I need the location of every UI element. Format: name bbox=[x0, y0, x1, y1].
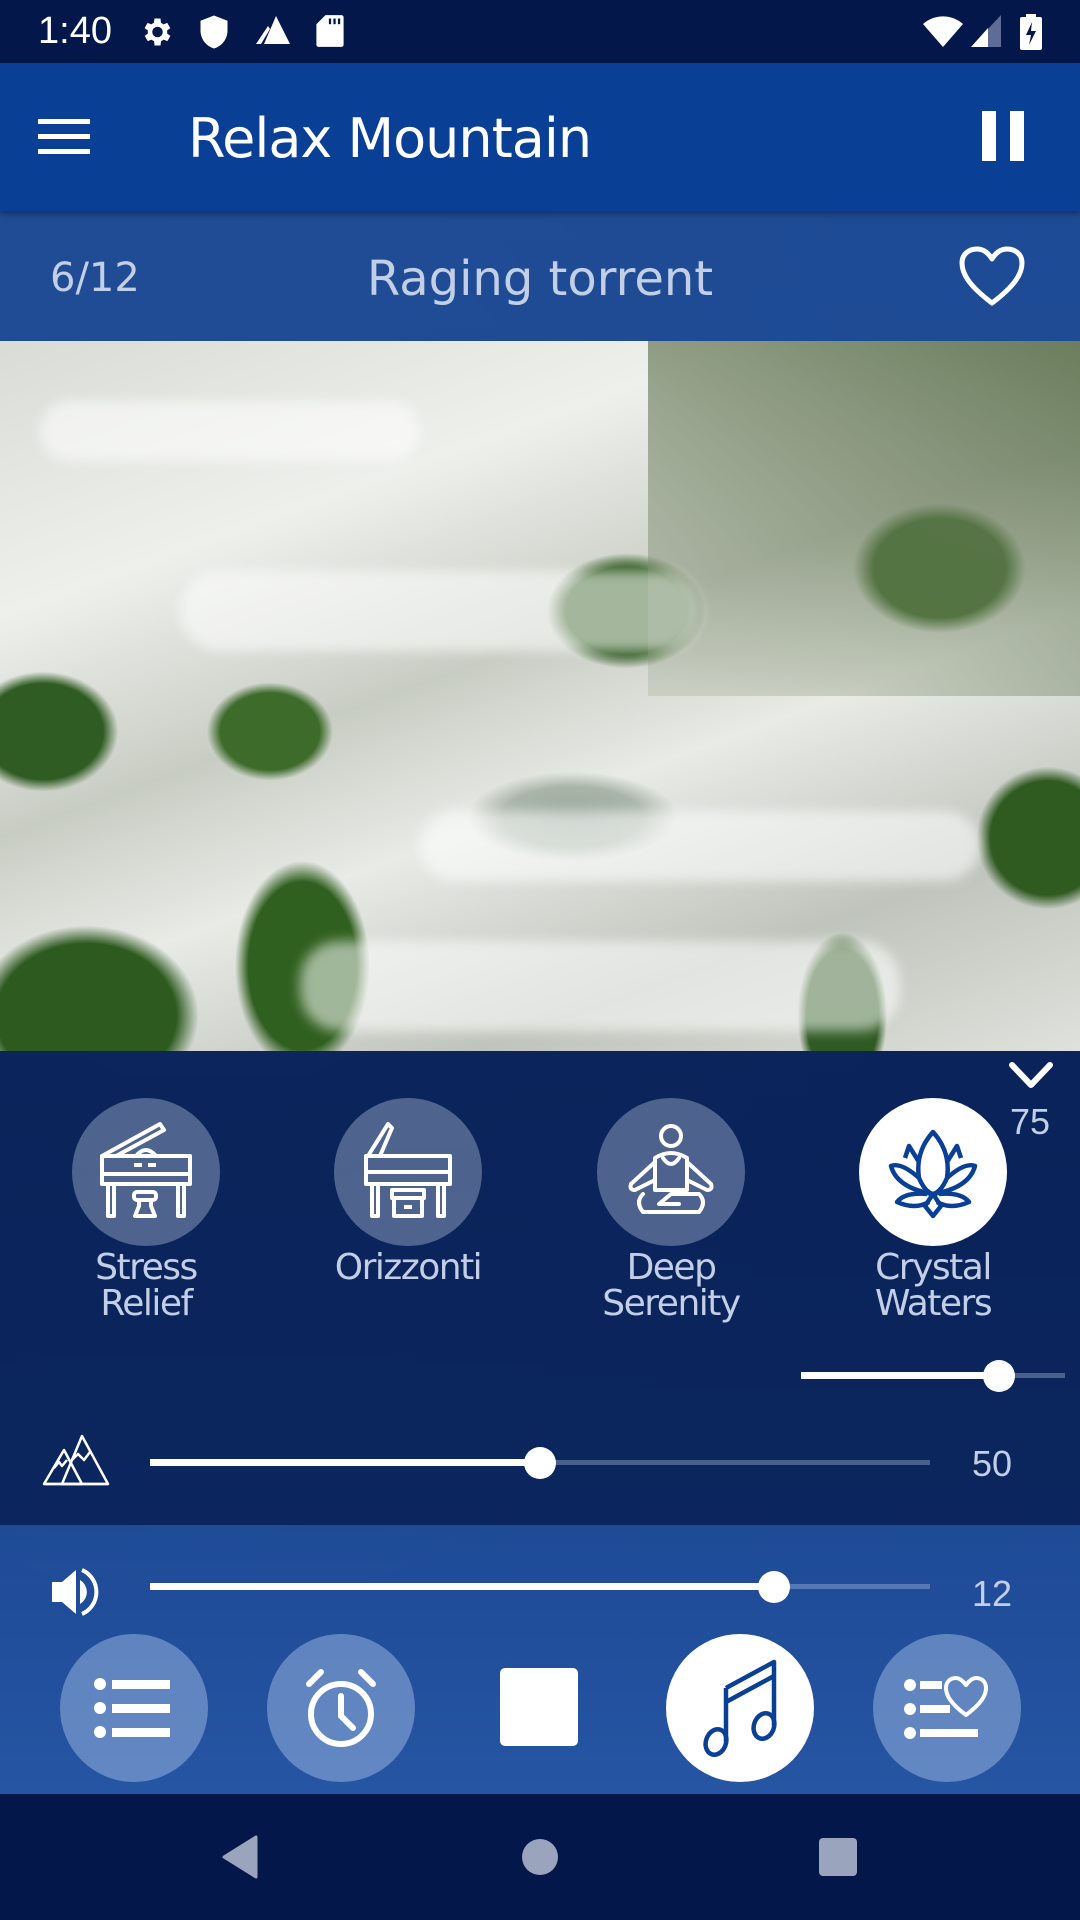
back-triangle-icon bbox=[222, 1835, 258, 1879]
playlist-button[interactable] bbox=[60, 1634, 208, 1782]
master-volume-value: 12 bbox=[971, 1573, 1013, 1614]
slider-thumb[interactable] bbox=[758, 1571, 790, 1603]
slider-fill bbox=[150, 1583, 774, 1590]
speaker-icon bbox=[52, 1568, 99, 1616]
preset-circle bbox=[859, 1098, 1007, 1246]
meditation-icon bbox=[628, 1124, 714, 1214]
preset-stress-relief[interactable]: Stress Relief bbox=[46, 1098, 246, 1322]
music-volume-slider[interactable] bbox=[801, 1356, 1065, 1396]
cell-signal-icon bbox=[971, 15, 1001, 47]
track-header: 6/12 Raging torrent bbox=[0, 211, 1080, 341]
signal-outline-icon bbox=[256, 16, 290, 44]
master-volume-slider[interactable] bbox=[150, 1567, 930, 1607]
preset-label: Orizzonti bbox=[308, 1250, 508, 1286]
recents-square-icon bbox=[819, 1838, 857, 1876]
preset-circle bbox=[334, 1098, 482, 1246]
preset-label-line2: Relief bbox=[100, 1283, 193, 1324]
pause-icon bbox=[982, 111, 1024, 161]
recents-button[interactable] bbox=[808, 1832, 868, 1882]
preset-circle bbox=[597, 1098, 745, 1246]
music-button[interactable] bbox=[666, 1634, 814, 1782]
grand-piano-bench-icon bbox=[364, 1122, 452, 1218]
mixer-panel: 75 Stress Relief Orizzonti Deep Serenity… bbox=[0, 1051, 1080, 1525]
music-note-icon bbox=[703, 1659, 777, 1757]
menu-button[interactable] bbox=[38, 107, 98, 167]
lotus-icon bbox=[888, 1129, 978, 1219]
preset-label-line2: Waters bbox=[874, 1283, 993, 1324]
collapse-button[interactable] bbox=[1008, 1061, 1056, 1097]
home-circle-icon bbox=[522, 1839, 558, 1875]
favorites-list-icon bbox=[904, 1676, 988, 1739]
preset-crystal-waters[interactable]: Crystal Waters bbox=[833, 1098, 1033, 1322]
photo-water-streak bbox=[420, 811, 980, 881]
list-icon bbox=[94, 1678, 170, 1738]
preset-label: Deep Serenity bbox=[571, 1250, 771, 1322]
pause-button[interactable] bbox=[982, 103, 1042, 173]
photo-water-streak bbox=[40, 401, 420, 461]
home-button[interactable] bbox=[510, 1832, 570, 1882]
status-time: 1:40 bbox=[38, 10, 112, 52]
favorites-list-button[interactable] bbox=[873, 1634, 1021, 1782]
preset-label: Crystal Waters bbox=[833, 1250, 1033, 1322]
mountains-icon bbox=[42, 1434, 110, 1486]
slider-thumb[interactable] bbox=[524, 1447, 556, 1479]
alarm-clock-icon bbox=[306, 1669, 376, 1747]
system-nav-bar bbox=[0, 1794, 1080, 1920]
preset-label-line2: Serenity bbox=[602, 1283, 741, 1324]
back-button[interactable] bbox=[210, 1832, 270, 1882]
photo-mist bbox=[648, 341, 1080, 696]
nature-volume-value: 50 bbox=[971, 1443, 1013, 1484]
gear-icon bbox=[144, 18, 171, 46]
stop-button[interactable] bbox=[466, 1634, 614, 1782]
preset-label-line1: Stress bbox=[95, 1247, 198, 1288]
track-name: Raging torrent bbox=[366, 251, 714, 307]
shield-icon bbox=[200, 15, 228, 49]
preset-deep-serenity[interactable]: Deep Serenity bbox=[571, 1098, 771, 1322]
timer-button[interactable] bbox=[267, 1634, 415, 1782]
photo-water-streak bbox=[300, 941, 900, 1031]
hamburger-menu-icon bbox=[38, 119, 90, 154]
heart-outline-icon bbox=[959, 246, 1025, 306]
app-title: Relax Mountain bbox=[188, 107, 592, 170]
slider-thumb[interactable] bbox=[983, 1360, 1015, 1392]
preset-circle bbox=[72, 1098, 220, 1246]
preset-orizzonti[interactable]: Orizzonti bbox=[308, 1098, 508, 1286]
app-bar: Relax Mountain bbox=[0, 63, 1080, 211]
preset-label-line1: Orizzonti bbox=[334, 1247, 483, 1288]
stop-icon bbox=[500, 1668, 578, 1746]
photo-water-streak bbox=[180, 571, 700, 651]
chevron-down-icon bbox=[1009, 1062, 1053, 1088]
preset-label: Stress Relief bbox=[46, 1250, 246, 1322]
status-bar: 1:40 bbox=[0, 0, 1080, 63]
slider-fill bbox=[801, 1372, 999, 1379]
preset-label-line1: Crystal bbox=[875, 1247, 992, 1288]
slider-fill bbox=[150, 1459, 540, 1466]
wifi-icon bbox=[923, 16, 963, 47]
grand-piano-stool-icon bbox=[100, 1122, 192, 1218]
sd-card-icon bbox=[316, 15, 344, 47]
scene-photo-waterfall bbox=[0, 341, 1080, 1051]
battery-charging-icon bbox=[1020, 14, 1042, 50]
player-controls: 12 bbox=[0, 1525, 1080, 1794]
favorite-button[interactable] bbox=[958, 245, 1028, 311]
preset-label-line1: Deep bbox=[626, 1247, 717, 1288]
nature-volume-slider[interactable] bbox=[150, 1443, 930, 1483]
